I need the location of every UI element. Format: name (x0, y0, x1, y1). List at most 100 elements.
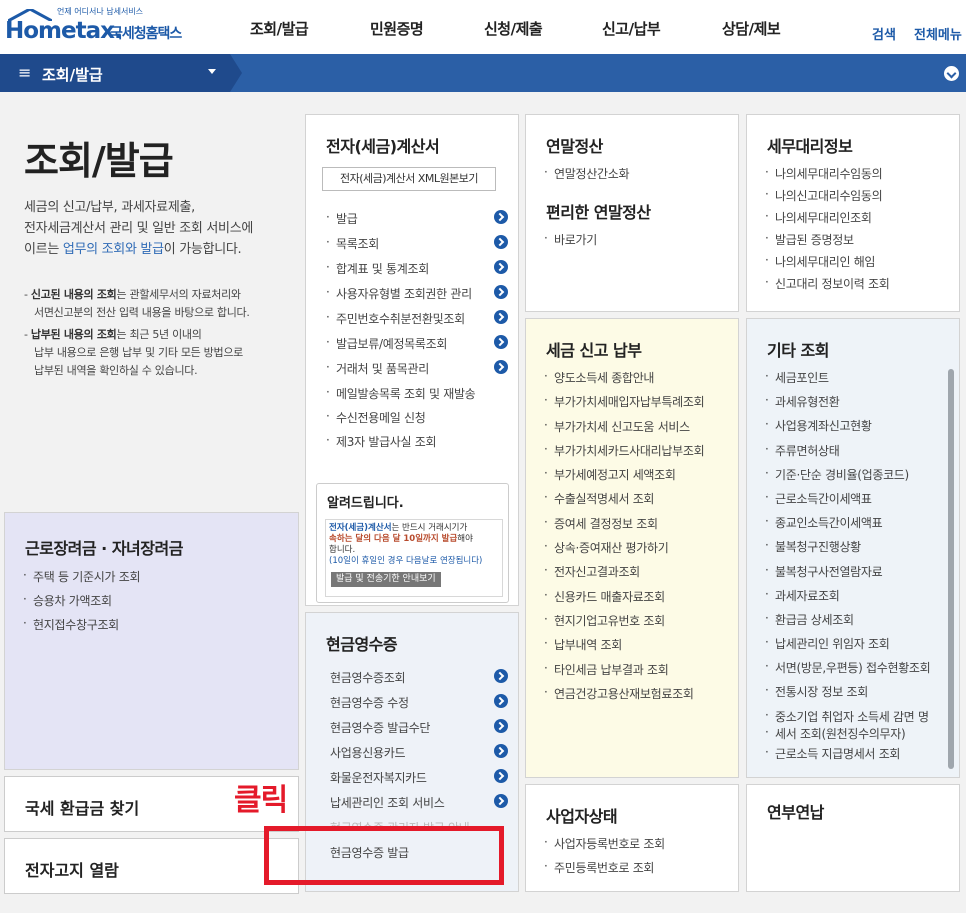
agent-item[interactable]: 발급된 증명정보 (765, 231, 889, 253)
nav-consult[interactable]: 상담/제보 (722, 18, 781, 39)
all-menu-link[interactable]: 전체메뉴 (914, 24, 962, 43)
agent-item[interactable]: 신고대리 정보이력 조회 (765, 275, 890, 297)
intro-note-2: - 납부된 내용의 조회는 최근 5년 이내의 (24, 328, 202, 341)
nav-report-pay[interactable]: 신고/납부 (602, 18, 661, 39)
report-item[interactable]: 부가가치세매입자납부특례조회 (544, 393, 705, 417)
intro-note-2b: 납부 내용으로 은행 납부 및 기타 모든 방법으로 (34, 346, 243, 359)
ebill-button[interactable]: 전자고지 열람 (4, 838, 299, 894)
earned-item[interactable]: 승용차 가액조회 (23, 592, 140, 616)
annual-panel[interactable]: 연부연납 (746, 784, 960, 892)
go-icon[interactable] (494, 694, 508, 708)
other-item[interactable]: 불복청구사전열람자료 (765, 563, 930, 587)
cash-item-manager[interactable]: 납세관리인 조회 서비스 (330, 794, 469, 819)
page-title: 조회/발급 (24, 139, 174, 183)
report-item[interactable]: 양도소득세 종합안내 (544, 369, 704, 393)
agent-item[interactable]: 나의세무대리인조회 (765, 209, 889, 231)
earned-title: 근로장려금 · 자녀장려금 (25, 539, 183, 558)
nav-inquiry[interactable]: 조회/발급 (250, 18, 309, 39)
search-link[interactable]: 검색 (872, 24, 896, 43)
report-item[interactable]: 수출실적명세서 조회 (544, 490, 704, 514)
go-icon[interactable] (494, 210, 508, 224)
report-item[interactable]: 전자신고결과조회 (544, 563, 704, 587)
agent-item[interactable]: 나의세무대리인 해임 (765, 253, 889, 275)
go-icon[interactable] (494, 235, 508, 249)
other-item[interactable]: 근로소득 지급명세서 조회 (765, 745, 930, 769)
agent-list: 나의세무대리수임동의 나의신고대리수임동의 나의세무대리인조회 발급된 증명정보… (765, 165, 890, 297)
yearend-simplified[interactable]: 연말정산간소화 (544, 165, 630, 182)
etax-third-party[interactable]: 제3자 발급사실 조회 (326, 433, 475, 457)
nav-certificate[interactable]: 민원증명 (370, 18, 424, 39)
etax-list-inquiry[interactable]: 목록조회 (326, 235, 475, 260)
report-item[interactable]: 납부내역 조회 (544, 636, 704, 660)
other-item[interactable]: 사업용계좌신고현황 (765, 417, 930, 441)
section-dropdown[interactable]: ≡ 조회/발급 (0, 54, 230, 92)
go-icon[interactable] (494, 285, 508, 299)
other-item[interactable]: 전통시장 정보 조회 (765, 683, 930, 707)
agent-item[interactable]: 나의세무대리수임동의 (765, 165, 889, 187)
go-icon[interactable] (494, 744, 508, 758)
report-item[interactable]: 상속·증여재산 평가하기 (544, 539, 704, 563)
intro-note-1: - 신고된 내용의 조회는 관할세무서의 자료처리와 (24, 288, 241, 301)
other-item[interactable]: 중소기업 취업자 소득세 감면 명 (765, 708, 930, 725)
biz-item[interactable]: 사업자등록번호로 조회 (544, 835, 665, 859)
hometax-logo[interactable]: 언제 어디서나 납세서비스 Hometax. 국세청홈택스 (5, 6, 195, 48)
etax-permission[interactable]: 사용자유형별 조회권한 관리 (326, 285, 475, 310)
nav-application[interactable]: 신청/제출 (484, 18, 543, 39)
go-icon[interactable] (494, 719, 508, 733)
other-item[interactable]: 과세자료조회 (765, 587, 930, 611)
report-item[interactable]: 연금건강고용산재보험료조회 (544, 685, 704, 709)
cash-item-method[interactable]: 현금영수증 발급수단 (330, 719, 469, 744)
other-item[interactable]: 주류면허상태 (765, 442, 930, 466)
intro-note-2c: 납부된 내역을 확인하실 수 있습니다. (34, 364, 198, 377)
cash-item-biz-card[interactable]: 사업용신용카드 (330, 744, 469, 769)
go-icon[interactable] (494, 794, 508, 808)
biz-panel: 사업자상태 사업자등록번호로 조회 주민등록번호로 조회 (525, 784, 739, 892)
scrollbar[interactable] (948, 369, 954, 769)
notice-box: 알려드립니다. 전자(세금)계산서는 반드시 거래시기가 속하는 달의 다음 달… (316, 483, 509, 603)
etax-partner[interactable]: 거래처 및 품목관리 (326, 360, 475, 385)
etax-hold[interactable]: 발급보류/예정목록조회 (326, 335, 475, 360)
go-icon[interactable] (494, 310, 508, 324)
report-item[interactable]: 신용카드 매출자료조회 (544, 588, 704, 612)
etax-mail[interactable]: 메일발송목록 조회 및 재발송 (326, 385, 476, 409)
go-icon[interactable] (494, 335, 508, 349)
earned-item[interactable]: 현지접수창구조회 (23, 616, 140, 640)
cash-item-edit[interactable]: 현금영수증 수정 (330, 694, 469, 719)
other-item[interactable]: 과세유형전환 (765, 393, 930, 417)
earned-item[interactable]: 주택 등 기준시가 조회 (23, 568, 141, 592)
other-item[interactable]: 기준·단순 경비율(업종코드) (765, 466, 930, 490)
chevron-down-icon[interactable] (944, 66, 959, 81)
other-item[interactable]: 불복청구진행상황 (765, 538, 930, 562)
xml-view-button[interactable]: 전자(세금)계산서 XML원본보기 (322, 167, 496, 191)
other-item-cont[interactable]: 세서 조회(원천징수의무자) (765, 725, 930, 745)
report-item[interactable]: 부가세예정고지 세액조회 (544, 466, 704, 490)
other-item[interactable]: 종교인소득간이세액표 (765, 514, 930, 538)
cash-item-freight-card[interactable]: 화물운전자복지카드 (330, 769, 469, 794)
report-list: 양도소득세 종합안내 부가가치세매입자납부특례조회 부가가치세 신고도움 서비스… (544, 369, 705, 709)
cash-title: 현금영수증 (326, 635, 398, 654)
go-icon[interactable] (494, 360, 508, 374)
etax-receive-mail[interactable]: 수신전용메일 신청 (326, 409, 475, 433)
report-item[interactable]: 부가가치세카드사대리납부조회 (544, 442, 705, 466)
easy-yearend-shortcut[interactable]: 바로가기 (544, 231, 597, 248)
report-item[interactable]: 증여세 결정정보 조회 (544, 515, 704, 539)
etax-summary[interactable]: 합계표 및 통계조회 (326, 260, 475, 285)
go-icon[interactable] (494, 669, 508, 683)
notice-body: 전자(세금)계산서는 반드시 거래시기가 속하는 달의 다음 달 10일까지 발… (325, 519, 503, 597)
report-item[interactable]: 타인세금 납부결과 조회 (544, 661, 704, 685)
biz-item[interactable]: 주민등록번호로 조회 (544, 859, 665, 883)
cash-item-inquiry[interactable]: 현금영수증조회 (330, 669, 469, 694)
other-item[interactable]: 납세관리인 위임자 조회 (765, 635, 930, 659)
other-item[interactable]: 근로소득간이세액표 (765, 490, 930, 514)
report-item[interactable]: 부가가치세 신고도움 서비스 (544, 418, 704, 442)
go-icon[interactable] (494, 260, 508, 274)
go-icon[interactable] (494, 769, 508, 783)
notice-guide-button[interactable]: 발급 및 전송기한 안내보기 (331, 572, 441, 587)
agent-item[interactable]: 나의신고대리수임동의 (765, 187, 889, 209)
other-item[interactable]: 서면(방문,우편등) 접수현황조회 (765, 659, 931, 683)
other-item[interactable]: 세금포인트 (765, 369, 930, 393)
other-item[interactable]: 환급금 상세조회 (765, 611, 930, 635)
report-item[interactable]: 현지기업고유번호 조회 (544, 612, 704, 636)
etax-issue[interactable]: 발급 (326, 210, 475, 235)
etax-resident[interactable]: 주민번호수취분전환및조회 (326, 310, 475, 335)
